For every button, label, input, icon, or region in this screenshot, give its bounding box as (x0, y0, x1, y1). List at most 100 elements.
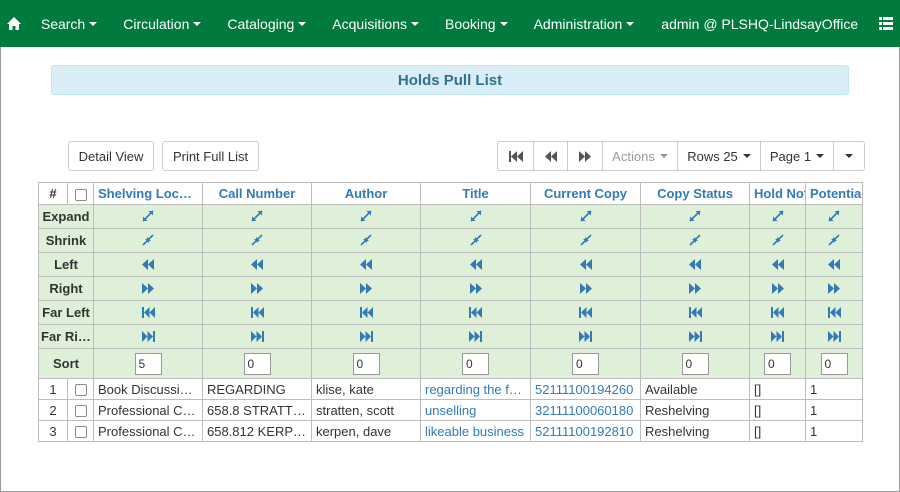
move-left-icon[interactable] (251, 258, 263, 273)
more-options-dropdown[interactable] (833, 141, 865, 171)
move-far-right-icon[interactable] (359, 330, 373, 345)
expand-icon[interactable] (251, 209, 263, 225)
move-far-left-icon[interactable] (579, 306, 592, 321)
sort-priority-input[interactable] (764, 352, 791, 375)
expand-icon[interactable] (142, 209, 154, 225)
control-cell (749, 252, 806, 277)
nav-booking[interactable]: Booking (432, 0, 521, 47)
shrink-icon[interactable] (142, 233, 154, 249)
move-far-right-icon[interactable] (827, 330, 841, 345)
cell-current-copy[interactable]: 52111100192810 (530, 420, 641, 442)
nav-menu-button[interactable] (872, 0, 900, 47)
shrink-icon[interactable] (689, 233, 701, 249)
move-right-icon[interactable] (142, 282, 154, 297)
caret-down-icon (89, 21, 98, 26)
shrink-icon[interactable] (251, 233, 263, 249)
nav-search[interactable]: Search (28, 0, 110, 47)
move-right-icon[interactable] (360, 282, 372, 297)
move-left-icon[interactable] (469, 258, 482, 273)
move-far-right-icon[interactable] (771, 330, 784, 345)
move-left-icon[interactable] (142, 258, 154, 273)
table-row[interactable]: 3 Professional Collection658.812 KERPENke… (38, 420, 863, 442)
move-far-left-icon[interactable] (141, 306, 155, 321)
shrink-icon[interactable] (771, 233, 784, 249)
move-right-icon[interactable] (771, 282, 784, 297)
sort-priority-input[interactable] (243, 352, 271, 375)
expand-icon[interactable] (771, 209, 784, 225)
shrink-icon[interactable] (828, 233, 840, 249)
move-far-right-icon[interactable] (250, 330, 264, 345)
home-button[interactable] (0, 0, 28, 47)
cell-title[interactable]: likeable business (420, 420, 531, 442)
next-page-button[interactable] (567, 141, 603, 171)
print-full-list-button[interactable]: Print Full List (162, 141, 259, 171)
move-far-left-icon[interactable] (250, 306, 264, 321)
rows-dropdown[interactable]: Rows 25 (677, 141, 761, 171)
column-header-author[interactable]: Author (311, 182, 421, 205)
expand-icon[interactable] (469, 209, 482, 225)
row-select-checkbox[interactable] (74, 426, 87, 439)
move-far-right-icon[interactable] (688, 330, 702, 345)
control-cell (311, 252, 421, 277)
expand-icon[interactable] (360, 209, 372, 225)
sort-priority-input[interactable] (681, 352, 709, 375)
move-far-right-icon[interactable] (579, 330, 592, 345)
nav-acquisitions[interactable]: Acquisitions (319, 0, 432, 47)
sort-priority-input[interactable] (352, 352, 380, 375)
column-header-potential[interactable]: Potential (805, 182, 863, 205)
expand-icon[interactable] (579, 209, 592, 225)
move-far-right-icon[interactable] (469, 330, 482, 345)
column-header-copy-status[interactable]: Copy Status (640, 182, 750, 205)
shrink-icon[interactable] (360, 233, 372, 249)
sort-priority-input[interactable] (572, 352, 599, 375)
page-dropdown[interactable]: Page 1 (760, 141, 834, 171)
move-right-icon[interactable] (251, 282, 263, 297)
move-far-left-icon[interactable] (359, 306, 373, 321)
move-right-icon[interactable] (689, 282, 701, 297)
column-header-title[interactable]: Title (420, 182, 531, 205)
expand-icon[interactable] (828, 209, 840, 225)
column-header-shelving-location[interactable]: Shelving Location (93, 182, 203, 205)
move-far-left-icon[interactable] (827, 306, 841, 321)
column-header-call-number[interactable]: Call Number (202, 182, 312, 205)
cell-current-copy[interactable]: 32111100060180 (530, 399, 641, 421)
move-far-left-icon[interactable] (771, 306, 784, 321)
cell-title[interactable]: unselling (420, 399, 531, 421)
move-left-icon[interactable] (828, 258, 840, 273)
move-right-icon[interactable] (469, 282, 482, 297)
shrink-icon[interactable] (469, 233, 482, 249)
previous-page-button[interactable] (533, 141, 568, 171)
move-left-icon[interactable] (771, 258, 784, 273)
shrink-icon[interactable] (579, 233, 592, 249)
row-select-checkbox[interactable] (74, 405, 87, 418)
move-far-left-icon[interactable] (688, 306, 702, 321)
move-far-left-icon[interactable] (469, 306, 482, 321)
table-row[interactable]: 1 Book Discussion KitsREGARDINGklise, kat… (38, 378, 863, 400)
nav-user[interactable]: admin @ PLSHQ-LindsayOffice (647, 16, 872, 32)
nav-circulation[interactable]: Circulation (110, 0, 214, 47)
move-left-icon[interactable] (689, 258, 701, 273)
sort-priority-input[interactable] (134, 352, 162, 375)
detail-view-button[interactable]: Detail View (68, 141, 154, 171)
row-select-checkbox[interactable] (74, 384, 87, 397)
move-right-icon[interactable] (828, 282, 840, 297)
move-left-icon[interactable] (360, 258, 372, 273)
sort-priority-input[interactable] (820, 352, 848, 375)
expand-icon[interactable] (689, 209, 701, 225)
cell-title[interactable]: regarding the fountain (420, 378, 531, 400)
cell-current-copy[interactable]: 52111100194260 (530, 378, 641, 400)
move-left-icon[interactable] (579, 258, 592, 273)
move-far-right-icon[interactable] (141, 330, 155, 345)
actions-dropdown[interactable]: Actions (602, 141, 678, 171)
control-row-right: Right (38, 276, 863, 301)
sort-priority-input[interactable] (462, 352, 489, 375)
select-all-checkbox[interactable] (74, 188, 87, 201)
nav-cataloging[interactable]: Cataloging (214, 0, 319, 47)
table-row[interactable]: 2 Professional Collection658.8 STRATTENst… (38, 399, 863, 421)
column-header-hold-notes[interactable]: Hold Notes (749, 182, 806, 205)
first-page-button[interactable] (497, 141, 534, 171)
nav-administration[interactable]: Administration (521, 0, 648, 47)
move-right-icon[interactable] (579, 282, 592, 297)
column-header-current-copy[interactable]: Current Copy (530, 182, 641, 205)
control-cell (202, 324, 312, 349)
